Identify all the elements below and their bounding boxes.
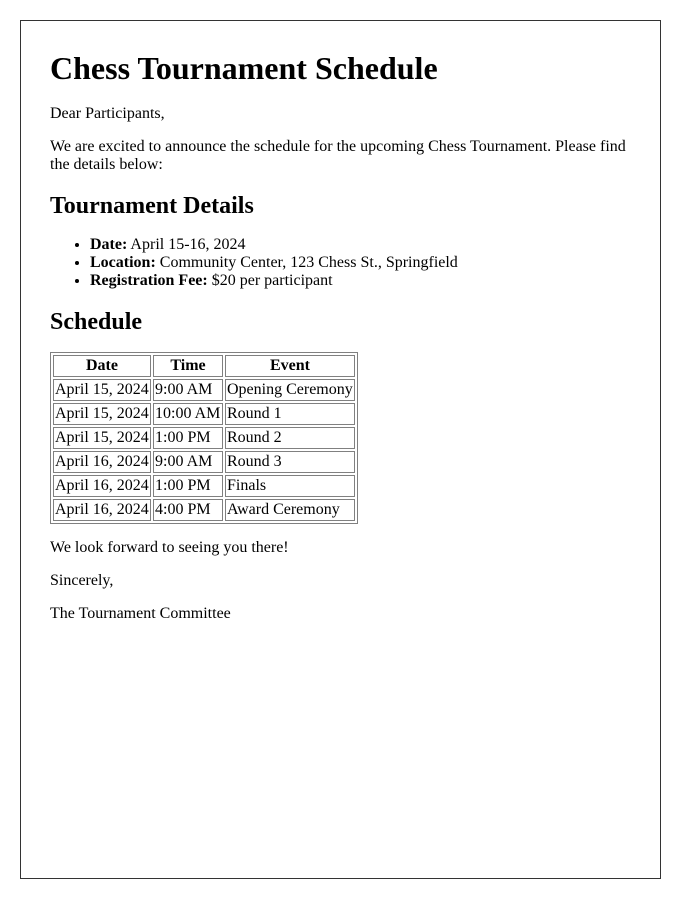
table-header-row: Date Time Event bbox=[53, 355, 355, 377]
detail-label: Location: bbox=[90, 254, 156, 271]
signature: The Tournament Committee bbox=[50, 605, 231, 622]
cell-time: 1:00 PM bbox=[153, 427, 223, 449]
column-header-time: Time bbox=[153, 355, 223, 377]
detail-label: Registration Fee: bbox=[90, 272, 208, 289]
cell-time: 1:00 PM bbox=[153, 475, 223, 497]
cell-event: Opening Ceremony bbox=[225, 379, 355, 401]
detail-value: April 15-16, 2024 bbox=[127, 236, 246, 253]
cell-date: April 15, 2024 bbox=[53, 427, 151, 449]
table-row: April 16, 2024 4:00 PM Award Ceremony bbox=[53, 499, 355, 521]
detail-label: Date: bbox=[90, 236, 128, 253]
details-list: Date: April 15-16, 2024 Location: Commun… bbox=[50, 236, 631, 290]
detail-value: Community Center, 123 Chess St., Springf… bbox=[155, 254, 458, 271]
letter-page: Chess Tournament Schedule Dear Participa… bbox=[20, 20, 661, 879]
cell-time: 4:00 PM bbox=[153, 499, 223, 521]
detail-value: $20 per participant bbox=[207, 272, 333, 289]
detail-item-location: Location: Community Center, 123 Chess St… bbox=[90, 254, 631, 272]
cell-event: Round 3 bbox=[225, 451, 355, 473]
detail-item-fee: Registration Fee: $20 per participant bbox=[90, 272, 631, 290]
column-header-date: Date bbox=[53, 355, 151, 377]
cell-time: 10:00 AM bbox=[153, 403, 223, 425]
cell-event: Round 2 bbox=[225, 427, 355, 449]
cell-time: 9:00 AM bbox=[153, 379, 223, 401]
cell-date: April 15, 2024 bbox=[53, 379, 151, 401]
cell-date: April 15, 2024 bbox=[53, 403, 151, 425]
table-row: April 16, 2024 9:00 AM Round 3 bbox=[53, 451, 355, 473]
cell-time: 9:00 AM bbox=[153, 451, 223, 473]
cell-event: Round 1 bbox=[225, 403, 355, 425]
table-row: April 16, 2024 1:00 PM Finals bbox=[53, 475, 355, 497]
table-row: April 15, 2024 10:00 AM Round 1 bbox=[53, 403, 355, 425]
table-row: April 15, 2024 1:00 PM Round 2 bbox=[53, 427, 355, 449]
table-row: April 15, 2024 9:00 AM Opening Ceremony bbox=[53, 379, 355, 401]
cell-date: April 16, 2024 bbox=[53, 499, 151, 521]
intro-paragraph: We are excited to announce the schedule … bbox=[50, 138, 626, 173]
cell-event: Award Ceremony bbox=[225, 499, 355, 521]
cell-date: April 16, 2024 bbox=[53, 451, 151, 473]
cell-event: Finals bbox=[225, 475, 355, 497]
page-title: Chess Tournament Schedule bbox=[50, 50, 438, 86]
closing-paragraph: We look forward to seeing you there! bbox=[50, 539, 289, 556]
cell-date: April 16, 2024 bbox=[53, 475, 151, 497]
schedule-heading: Schedule bbox=[50, 309, 143, 335]
schedule-table: Date Time Event April 15, 2024 9:00 AM O… bbox=[50, 352, 358, 524]
column-header-event: Event bbox=[225, 355, 355, 377]
detail-item-date: Date: April 15-16, 2024 bbox=[90, 236, 631, 254]
signoff: Sincerely, bbox=[50, 572, 114, 589]
details-heading: Tournament Details bbox=[50, 193, 254, 219]
greeting: Dear Participants, bbox=[50, 105, 165, 122]
